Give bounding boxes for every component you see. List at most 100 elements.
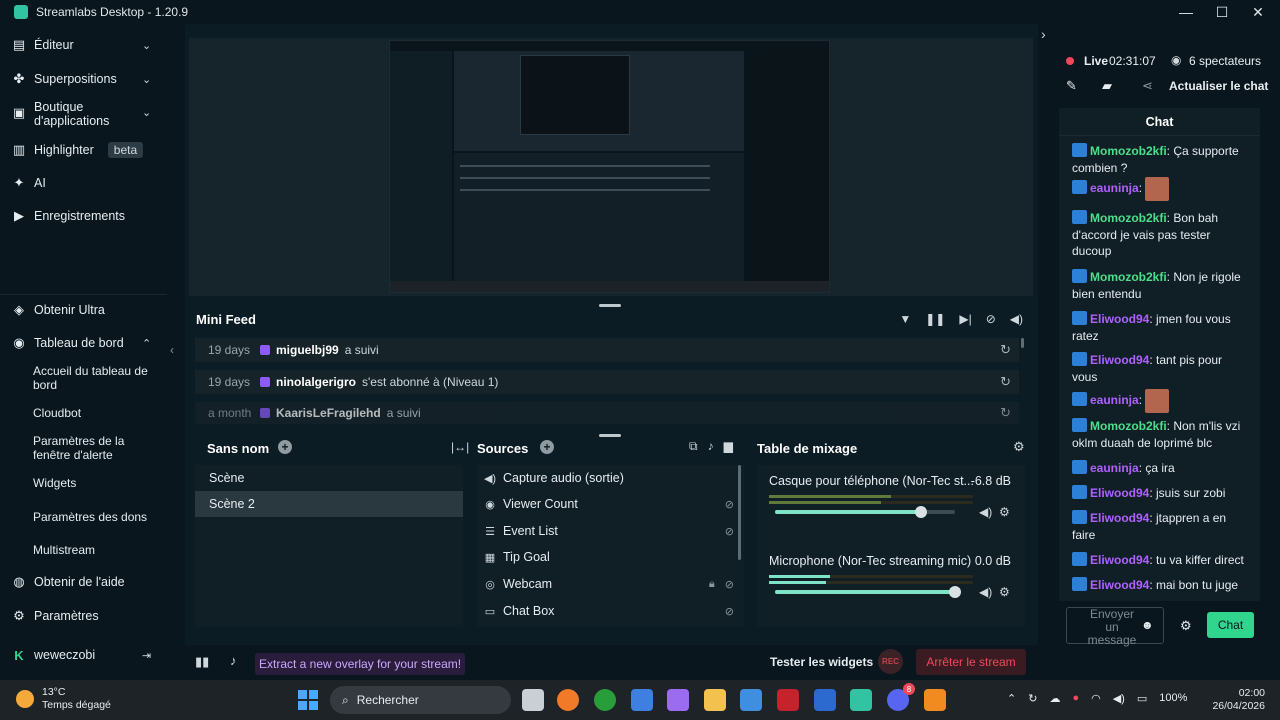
source-item[interactable]: ◎ Webcam 🔒︎ ⊘ [483, 571, 738, 597]
test-widgets-button[interactable]: Tester les widgets [770, 655, 873, 669]
sidebar-item-app-store[interactable]: ▣ Boutique d'applications ⌄ [12, 100, 151, 128]
chevron-up-icon[interactable]: ⌃ [142, 337, 151, 350]
filter-icon[interactable]: ▼ [899, 312, 911, 326]
chat-send-button[interactable]: Chat [1207, 612, 1254, 638]
skip-icon[interactable]: ▶| [959, 312, 971, 326]
copy-icon[interactable]: ⧉ [689, 439, 698, 454]
sidebar-item-user[interactable]: K weweczobi ⇥ [12, 648, 151, 663]
add-source-button[interactable]: + [540, 440, 554, 454]
sidebar-sub-alert-settings[interactable]: Paramètres de la fenêtre d'alerte [33, 434, 158, 462]
replay-icon[interactable]: ↻ [1000, 342, 1011, 358]
mute-icon[interactable]: ◀) [979, 505, 992, 519]
clip-icon[interactable]: ▰ [1102, 78, 1112, 94]
visibility-hidden-icon[interactable]: ⊘ [725, 578, 734, 591]
folder-icon[interactable] [704, 689, 726, 711]
volume-slider[interactable] [775, 586, 961, 598]
streamlabs-icon[interactable] [850, 689, 872, 711]
volume-icon[interactable]: ◀) [1113, 692, 1125, 705]
discord-icon[interactable]: 8 [887, 683, 915, 711]
xbox-icon[interactable] [594, 689, 616, 711]
maximize-icon[interactable]: ☐ [1212, 2, 1232, 22]
visibility-hidden-icon[interactable]: ⊘ [725, 525, 734, 538]
stream-preview[interactable] [389, 40, 830, 293]
mute-alerts-icon[interactable]: ⊘ [986, 312, 996, 326]
gear-icon[interactable]: ⚙ [999, 585, 1010, 599]
sidebar-item-ai[interactable]: ✦ AI [12, 175, 46, 190]
editor-icon[interactable] [740, 689, 762, 711]
stop-stream-button[interactable]: Arrêter le stream [916, 649, 1026, 675]
sidebar-item-settings[interactable]: ⚙ Paramètres [12, 608, 98, 623]
source-item[interactable]: ▦ Tip Goal [483, 544, 738, 570]
source-item[interactable]: ◀) Capture audio (sortie) [483, 465, 738, 491]
folder-icon[interactable]: ▆ [724, 439, 733, 454]
source-item[interactable]: ◉ Viewer Count ⊘ [483, 491, 738, 517]
replay-icon[interactable]: ↻ [1000, 405, 1011, 421]
audio-settings-icon[interactable]: ♪ [708, 439, 714, 454]
sidebar-item-recordings[interactable]: ▶ Enregistrements [12, 208, 125, 223]
sidebar-sub-cloudbot[interactable]: Cloudbot [33, 406, 158, 420]
minimize-icon[interactable]: — [1176, 2, 1196, 22]
scene-item-selected[interactable]: Scène 2 [195, 491, 463, 517]
volume-slider[interactable] [775, 506, 955, 518]
scene-item[interactable]: Scène [195, 465, 463, 491]
battery-icon[interactable]: ▭ [1137, 692, 1147, 705]
sidebar-item-ultra[interactable]: ◈ Obtenir Ultra [12, 302, 105, 317]
copilot-icon[interactable] [667, 689, 689, 711]
record-button[interactable]: REC [878, 649, 903, 674]
sidebar-item-highlighter[interactable]: ▥ Highlighter beta [12, 142, 144, 158]
extract-overlay-banner[interactable]: Extract a new overlay for your stream! [255, 653, 466, 675]
sync-icon[interactable]: ↻ [1028, 692, 1037, 705]
task-view-icon[interactable] [522, 689, 544, 711]
taskbar-search[interactable]: ⌕ Rechercher [330, 686, 511, 714]
sidebar-sub-donation-settings[interactable]: Paramètres des dons [33, 510, 158, 524]
chevron-down-icon[interactable]: ⌄ [142, 73, 151, 86]
sources-scrollbar[interactable] [738, 465, 741, 560]
stats-icon[interactable]: ▮▮ [195, 654, 209, 670]
logout-icon[interactable]: ⇥ [142, 649, 151, 662]
bell-icon[interactable]: ♪ [230, 653, 237, 668]
add-scene-button[interactable]: + [278, 440, 292, 454]
mic-icon[interactable]: ● [1072, 692, 1079, 705]
feed-scrollbar[interactable] [1021, 338, 1024, 348]
store-icon[interactable] [631, 689, 653, 711]
mute-icon[interactable]: ◀) [979, 585, 992, 599]
wifi-icon[interactable]: ◠ [1091, 692, 1101, 705]
vlc-icon[interactable] [924, 689, 946, 711]
sidebar-sub-widgets[interactable]: Widgets [33, 476, 158, 490]
volume-knob[interactable] [914, 506, 927, 518]
source-item[interactable]: ☰ Event List ⊘ [483, 518, 738, 544]
close-icon[interactable]: ✕ [1248, 2, 1268, 22]
mail-icon[interactable] [814, 689, 836, 711]
source-item[interactable]: ▭ Chat Box ⊘ [483, 598, 738, 624]
sidebar-item-overlays[interactable]: ✤ Superpositions ⌄ [12, 71, 152, 86]
chevron-up-icon[interactable]: ⌃ [1007, 692, 1016, 705]
lock-icon[interactable]: 🔒︎ [709, 578, 715, 591]
chat-message-input[interactable]: Envoyer un message ☻ [1066, 607, 1164, 647]
sidebar-item-editor[interactable]: ▤ Éditeur ⌄ [12, 37, 151, 52]
edit-icon[interactable]: ✎ [1066, 78, 1077, 94]
pause-icon[interactable]: ❚❚ [925, 312, 945, 326]
scene-transition-icon[interactable]: |↔| [451, 440, 469, 454]
sidebar-item-help[interactable]: ◍ Obtenir de l'aide [12, 574, 124, 589]
mcafee-icon[interactable] [777, 689, 799, 711]
emoji-icon[interactable]: ☻ [1141, 619, 1154, 632]
firefox-icon[interactable] [557, 689, 579, 711]
visibility-hidden-icon[interactable]: ⊘ [725, 498, 734, 511]
visibility-hidden-icon[interactable]: ⊘ [725, 605, 734, 618]
mixer-settings-icon[interactable]: ⚙ [1013, 439, 1025, 455]
share-icon[interactable]: ⋖ [1142, 78, 1153, 94]
windows-start-icon[interactable] [298, 690, 318, 710]
refresh-chat-button[interactable]: Actualiser le chat [1169, 79, 1268, 93]
chevron-down-icon[interactable]: ⌄ [142, 106, 151, 119]
volume-knob[interactable] [949, 586, 961, 598]
sidebar-item-dashboard[interactable]: ◉ Tableau de bord ⌃ [12, 335, 151, 350]
sidebar-sub-multistream[interactable]: Multistream [33, 543, 158, 557]
weather-widget[interactable]: 13°C Temps dégagé [16, 686, 111, 712]
gear-icon[interactable]: ⚙ [1180, 618, 1192, 634]
collapse-sidebar-icon[interactable]: ‹ [170, 343, 174, 357]
chevron-down-icon[interactable]: ⌄ [142, 39, 151, 52]
replay-icon[interactable]: ↻ [1000, 374, 1011, 390]
sidebar-sub-dashboard-home[interactable]: Accueil du tableau de bord [33, 364, 158, 392]
cloud-icon[interactable]: ☁ [1049, 692, 1060, 705]
volume-icon[interactable]: ◀) [1010, 312, 1023, 326]
